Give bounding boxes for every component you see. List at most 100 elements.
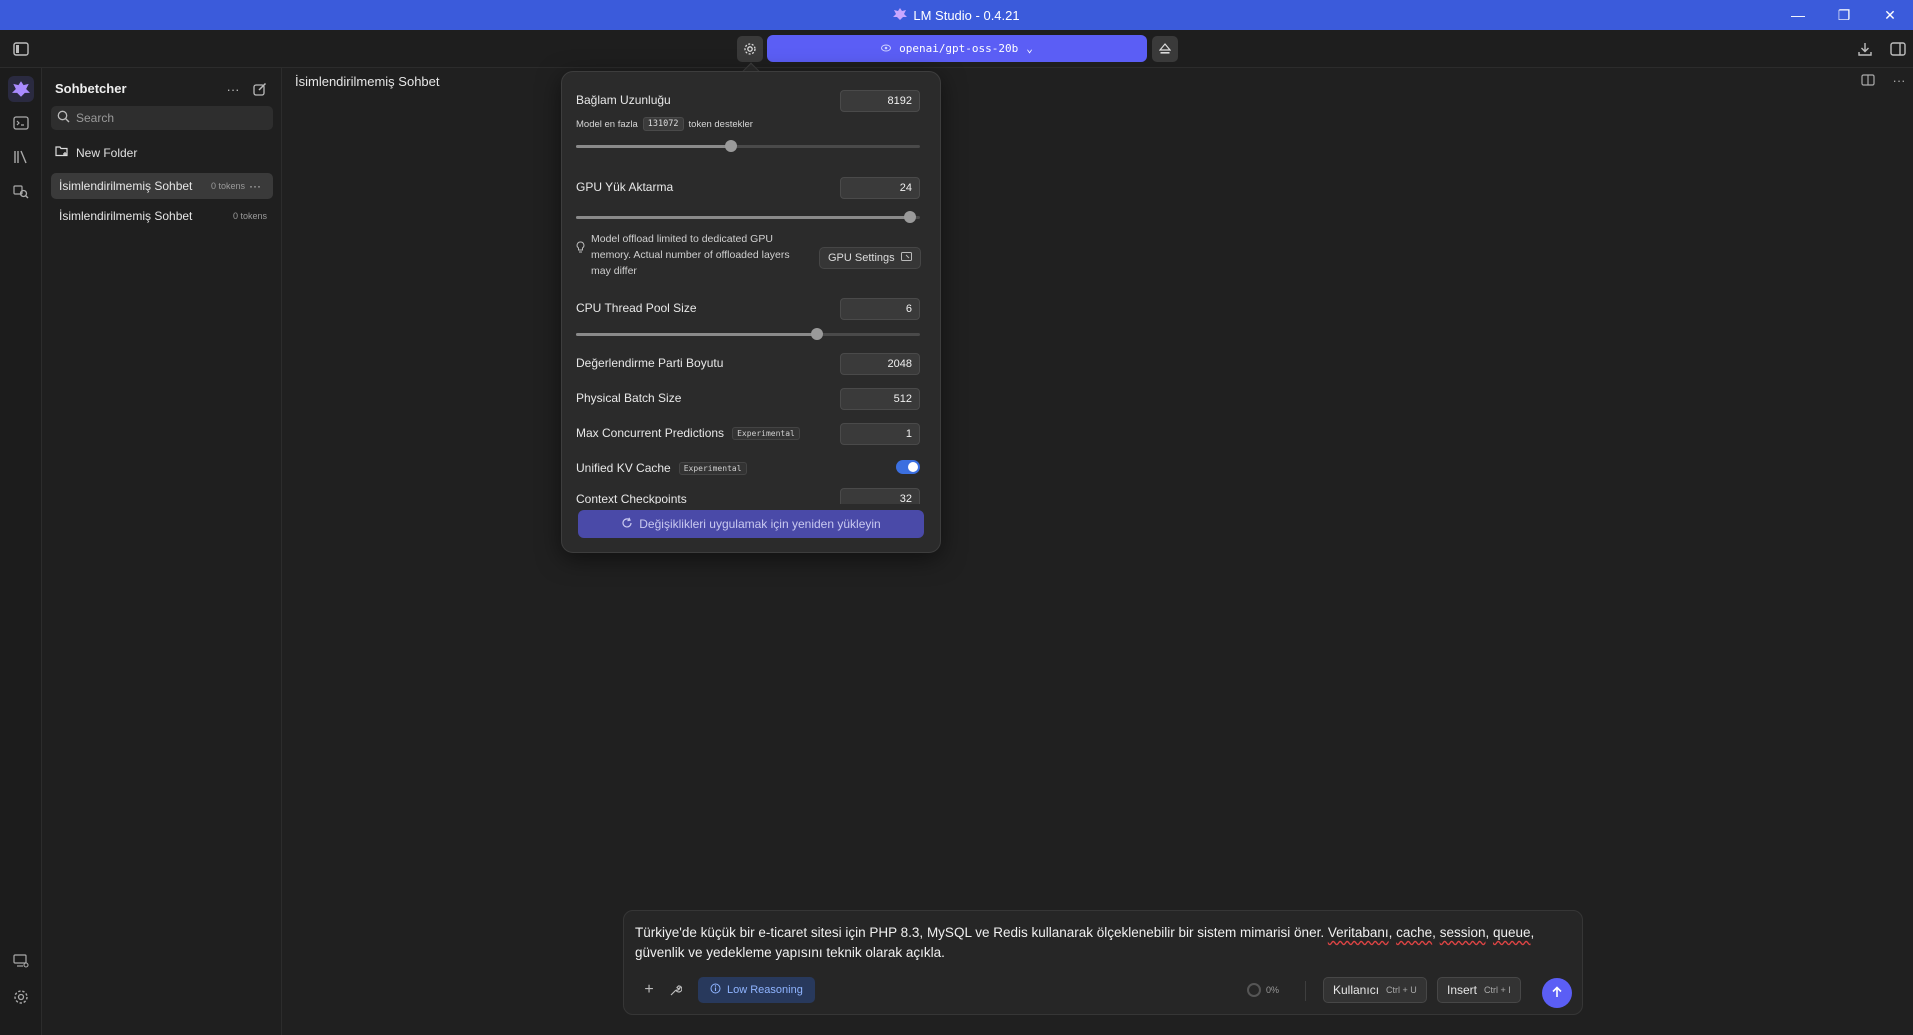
insert-shortcut: Ctrl + I [1484,985,1511,995]
search-input[interactable] [76,111,266,125]
gpu-settings-label: GPU Settings [828,252,895,264]
model-settings-gear-icon[interactable] [737,36,763,62]
close-icon[interactable]: ✕ [1867,0,1913,30]
message-text: , [1485,925,1493,940]
chat-item-tokens: 0 tokens [211,181,246,191]
model-selector-button[interactable]: openai/gpt-oss-20b ⌄ [767,35,1147,62]
download-icon[interactable] [1852,36,1878,62]
experimental-badge: Experimental [732,427,800,441]
insert-button[interactable]: Insert Ctrl + I [1437,977,1521,1003]
add-attachment-icon[interactable]: + [638,979,660,1001]
discover-search-icon[interactable] [8,178,34,204]
slider-handle[interactable] [810,328,823,340]
model-settings-popover: Bağlam Uzunluğu 8192 Model en fazla 1310… [561,71,941,553]
refresh-icon [621,517,633,532]
cpu-threads-label: CPU Thread Pool Size [576,301,697,315]
cpu-threads-slider[interactable] [576,328,920,340]
reasoning-label: Low Reasoning [727,984,803,996]
reasoning-level-button[interactable]: Low Reasoning [698,977,815,1003]
reload-to-apply-button[interactable]: Değişiklikleri uygulamak için yeniden yü… [578,510,924,538]
context-ring-icon [1247,983,1261,997]
eval-batch-label: Değerlendirme Parti Boyutu [576,356,724,370]
chat-title: İsimlendirilmemiş Sohbet [295,74,440,89]
left-rail [0,68,42,1035]
spellcheck-word: session [1439,925,1486,940]
chat-item-menu-icon[interactable]: ··· [249,179,261,193]
chat-more-options-icon[interactable]: ··· [1888,69,1910,91]
context-usage-text: 0% [1266,985,1280,995]
unified-kv-text: Unified KV Cache [576,461,671,475]
new-folder-label: New Folder [76,145,138,160]
experimental-badge: Experimental [678,462,747,476]
chevron-down-icon: ⌄ [1026,42,1033,55]
role-shortcut: Ctrl + U [1386,985,1417,995]
models-library-icon[interactable] [8,144,34,170]
unified-kv-label: Unified KV Cache Experimental [576,461,747,476]
minimize-icon[interactable]: — [1775,0,1821,30]
message-text: , [1388,925,1397,940]
note-suffix: token destekler [688,118,753,130]
max-concurrent-input[interactable]: 1 [840,423,920,445]
context-usage-indicator: 0% [1247,983,1279,997]
lmstudio-logo-icon [893,7,908,23]
restore-icon[interactable]: ❐ [1821,0,1867,30]
arrow-up-icon [1551,985,1563,1001]
chats-sidebar: Sohbetcher ··· New Folder İsimlendirilme… [42,68,282,1035]
window-title: LM Studio - 0.4.21 [893,7,1020,23]
slider-handle[interactable] [903,211,916,223]
spellcheck-word: cache [1396,925,1433,940]
title-bar: LM Studio - 0.4.21 — ❐ ✕ [0,0,1913,30]
physical-batch-input[interactable]: 512 [840,388,920,410]
message-input[interactable]: Türkiye'de küçük bir e-ticaret sitesi iç… [635,923,1565,963]
chat-item-name: İsimlendirilmemiş Sohbet [59,209,193,223]
max-context-chip: 131072 [642,117,684,131]
lightbulb-icon [576,241,585,279]
slider-handle[interactable] [724,140,737,152]
max-concurrent-text: Max Concurrent Predictions [576,426,725,440]
external-window-icon [900,252,912,264]
composer-divider [1305,981,1306,1001]
gpu-offload-input[interactable]: 24 [840,177,920,199]
chat-item[interactable]: İsimlendirilmemiş Sohbet 0 tokens ··· [51,173,273,199]
tools-wrench-icon[interactable] [664,979,686,1001]
context-checkpoints-label: Context Checkpoints [576,492,687,504]
new-folder-button[interactable]: New Folder [55,145,137,160]
context-length-label: Bağlam Uzunluğu [576,93,671,107]
context-length-input[interactable]: 8192 [840,90,920,112]
chat-mode-icon[interactable] [8,76,34,102]
hardware-icon[interactable] [8,948,34,974]
chat-search[interactable] [51,106,273,130]
new-chat-icon[interactable] [249,78,271,100]
context-checkpoints-input[interactable]: 32 [840,488,920,504]
gpu-offload-note: Model offload limited to dedicated GPU m… [576,231,806,279]
more-options-icon[interactable]: ··· [222,78,244,100]
info-icon [710,983,721,997]
folder-plus-icon [55,145,69,160]
unified-kv-toggle[interactable] [896,460,920,474]
search-icon [57,110,70,126]
cpu-threads-input[interactable]: 6 [840,298,920,320]
role-user-button[interactable]: Kullanıcı Ctrl + U [1323,977,1427,1003]
context-length-note: Model en fazla 131072 token destekler [576,117,753,131]
reload-label: Değişiklikleri uygulamak için yeniden yü… [639,517,881,531]
settings-scroll-area[interactable]: Bağlam Uzunluğu 8192 Model en fazla 1310… [562,72,940,504]
chat-item-tokens: 0 tokens [233,211,268,221]
split-view-icon[interactable] [1857,69,1879,91]
message-text: Türkiye'de küçük bir e-ticaret sitesi iç… [635,925,1328,940]
developer-icon[interactable] [8,110,34,136]
message-composer[interactable]: Türkiye'de küçük bir e-ticaret sitesi iç… [623,910,1583,1015]
insert-label: Insert [1447,983,1478,997]
eject-model-icon[interactable] [1152,36,1178,62]
chat-item[interactable]: İsimlendirilmemiş Sohbet 0 tokens [51,203,273,229]
toggle-right-panel-icon[interactable] [1885,36,1911,62]
settings-gear-icon[interactable] [8,984,34,1010]
gpu-offload-label: GPU Yük Aktarma [576,180,674,194]
send-button[interactable] [1542,978,1572,1008]
toggle-sidebar-icon[interactable] [8,36,34,62]
context-length-slider[interactable] [576,140,920,152]
eval-batch-input[interactable]: 2048 [840,353,920,375]
gpu-settings-button[interactable]: GPU Settings [819,247,921,269]
role-label: Kullanıcı [1333,983,1380,997]
gpu-offload-slider[interactable] [576,211,920,223]
gpu-note-text: Model offload limited to dedicated GPU m… [591,233,790,277]
